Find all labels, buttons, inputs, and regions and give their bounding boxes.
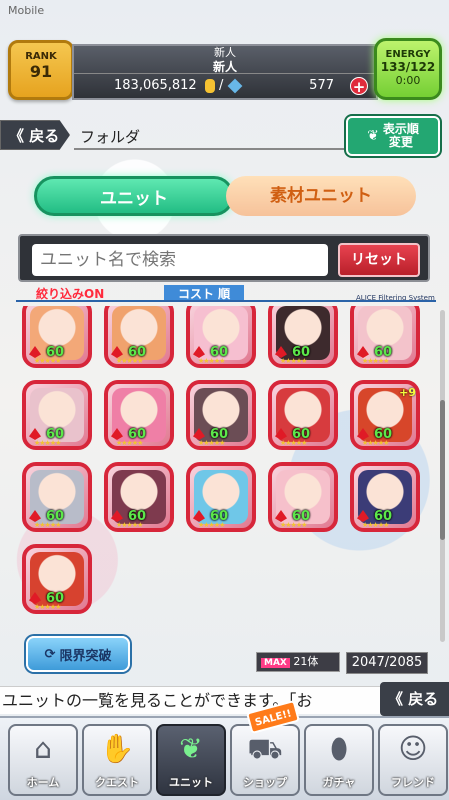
back-button-secondary[interactable]: 《 戻る — [380, 682, 449, 716]
unit-card[interactable]: 60 ★★★★★ — [186, 462, 256, 532]
rank-box: RANK 91 — [8, 40, 74, 100]
nav-label: ガチャ — [322, 776, 356, 789]
nav-label: ショップ — [243, 776, 287, 789]
energy-value: 133/122 — [380, 60, 436, 74]
max-label: MAX — [261, 658, 290, 668]
rabbit-icon: ❦ — [179, 732, 203, 765]
rarity-stars-icon: ★★★★★ — [198, 357, 225, 365]
top-bar: Mobile RANK 91 新人 新人 183,065,812 / 577 +… — [0, 0, 449, 120]
nav-item-0[interactable]: ⌂ ホーム — [8, 724, 78, 796]
unit-card[interactable]: 60 ★★★★★ — [268, 306, 338, 368]
unit-card[interactable]: 60 ★★★★★ — [104, 462, 174, 532]
unit-card[interactable]: 60 ★★★★★ — [268, 380, 338, 450]
money-display: 183,065,812 / — [114, 78, 242, 93]
nav-item-3[interactable]: ⛟ ショップ — [230, 724, 300, 796]
nav-item-4[interactable]: ⬮ ガチャ — [304, 724, 374, 796]
folder-label[interactable]: フォルダ — [80, 126, 140, 147]
rarity-stars-icon: ★★★★★ — [280, 357, 307, 365]
player-title: 新人 — [214, 46, 236, 59]
rarity-stars-icon: ★★★★★ — [116, 521, 143, 529]
rarity-stars-icon: ★★★★★ — [116, 439, 143, 447]
unit-count: 2047/2085 — [346, 652, 428, 674]
sort-order-button[interactable]: ❦ 表示順 変更 — [346, 116, 440, 156]
reset-button[interactable]: リセット — [338, 243, 420, 277]
sort-label-line2: 変更 — [388, 135, 413, 149]
add-gems-button[interactable]: + — [350, 77, 368, 96]
rarity-stars-icon: ★★★★★ — [362, 357, 389, 365]
unit-card[interactable]: 60 ★★★★★ +9 — [350, 380, 420, 450]
max-badge: MAX 21体 — [256, 652, 340, 672]
nav-item-5[interactable]: ☺ フレンド — [378, 724, 448, 796]
tab-unit[interactable]: ユニット — [34, 176, 234, 216]
limit-break-label: 限界突破 — [59, 648, 112, 664]
unit-card[interactable]: 60 ★★★★★ — [350, 306, 420, 368]
unit-card[interactable]: 60 ★★★★★ — [22, 462, 92, 532]
gem-count: 577 — [309, 78, 334, 93]
handshake-icon: ✋ — [99, 732, 135, 765]
unit-card[interactable]: 60 ★★★★★ — [350, 462, 420, 532]
nav-item-1[interactable]: ✋ クエスト — [82, 724, 152, 796]
rarity-stars-icon: ★★★★★ — [34, 357, 61, 365]
rarity-stars-icon: ★★★★★ — [116, 357, 143, 365]
unit-card[interactable]: 60 ★★★★★ — [104, 306, 174, 368]
nav-label: ホーム — [26, 776, 60, 789]
energy-box: ENERGY 133/122 0:00 — [374, 38, 442, 100]
rarity-stars-icon: ★★★★★ — [280, 521, 307, 529]
rarity-stars-icon: ★★★★★ — [34, 521, 61, 529]
unit-card[interactable]: 60 ★★★★★ — [22, 544, 92, 614]
unit-card[interactable]: 60 ★★★★★ — [186, 380, 256, 450]
unit-card[interactable]: 60 ★★★★★ — [268, 462, 338, 532]
nav-item-2[interactable]: ❦ ユニット — [156, 724, 226, 796]
nav-label: ユニット — [169, 776, 213, 789]
max-count: 21体 — [293, 655, 319, 668]
rarity-stars-icon: ★★★★★ — [34, 603, 61, 611]
player-name: 新人 — [74, 60, 376, 74]
rarity-stars-icon: ★★★★★ — [198, 439, 225, 447]
search-input[interactable] — [32, 244, 328, 276]
tab-material-unit[interactable]: 素材ユニット — [226, 176, 416, 216]
rank-value: 91 — [29, 62, 53, 81]
rarity-stars-icon: ★★★★★ — [362, 439, 389, 447]
unit-card[interactable]: 60 ★★★★★ — [104, 380, 174, 450]
unit-card[interactable]: 60 ★★★★★ — [22, 380, 92, 450]
filter-row: 絞り込みON コスト 順 ALICE Filtering System — [16, 285, 436, 303]
money-value: 183,065,812 — [114, 78, 197, 93]
rarity-stars-icon: ★★★★★ — [280, 439, 307, 447]
unit-grid: 60 ★★★★★ 60 ★★★★★ 60 ★★★★★ 60 ★★★★★ 60 ★★★★★ 60 ★★★… — [22, 306, 432, 646]
home-icon: ⌂ — [34, 732, 52, 765]
gem-icon — [227, 78, 242, 93]
scrollbar-thumb[interactable] — [440, 400, 445, 540]
filter-divider — [16, 300, 436, 302]
energy-timer: 0:00 — [395, 74, 421, 87]
unit-card[interactable]: 60 ★★★★★ — [22, 306, 92, 368]
energy-label: ENERGY — [385, 49, 431, 60]
refresh-icon: ⟳ — [44, 646, 56, 662]
coin-icon — [204, 78, 215, 93]
friends-icon: ☺ — [398, 732, 428, 765]
egg-icon: ⬮ — [330, 732, 348, 765]
nav-label: フレンド — [391, 776, 435, 789]
folder-underline — [74, 148, 354, 150]
search-bar: リセット — [18, 234, 430, 282]
rarity-stars-icon: ★★★★★ — [362, 521, 389, 529]
cart-icon: ⛟ — [247, 732, 283, 765]
rabbit-icon: ❦ — [367, 128, 379, 144]
unit-plus: +9 — [399, 386, 416, 399]
nav-label: クエスト — [95, 776, 139, 789]
carrier-label: Mobile — [8, 4, 45, 17]
limit-break-button[interactable]: ⟳ 限界突破 — [26, 636, 130, 672]
back-button[interactable]: 《 戻る — [0, 120, 70, 150]
rarity-stars-icon: ★★★★★ — [34, 439, 61, 447]
unit-card[interactable]: 60 ★★★★★ — [186, 306, 256, 368]
bottom-nav: ⌂ ホーム ✋ クエスト ❦ ユニット ⛟ ショップ ⬮ ガチャ ☺ フレンド — [0, 716, 449, 800]
rank-label: RANK — [25, 51, 57, 62]
sort-label: 表示順 変更 — [383, 123, 419, 149]
rarity-stars-icon: ★★★★★ — [198, 521, 225, 529]
player-panel: 新人 新人 183,065,812 / 577 + — [72, 44, 378, 100]
